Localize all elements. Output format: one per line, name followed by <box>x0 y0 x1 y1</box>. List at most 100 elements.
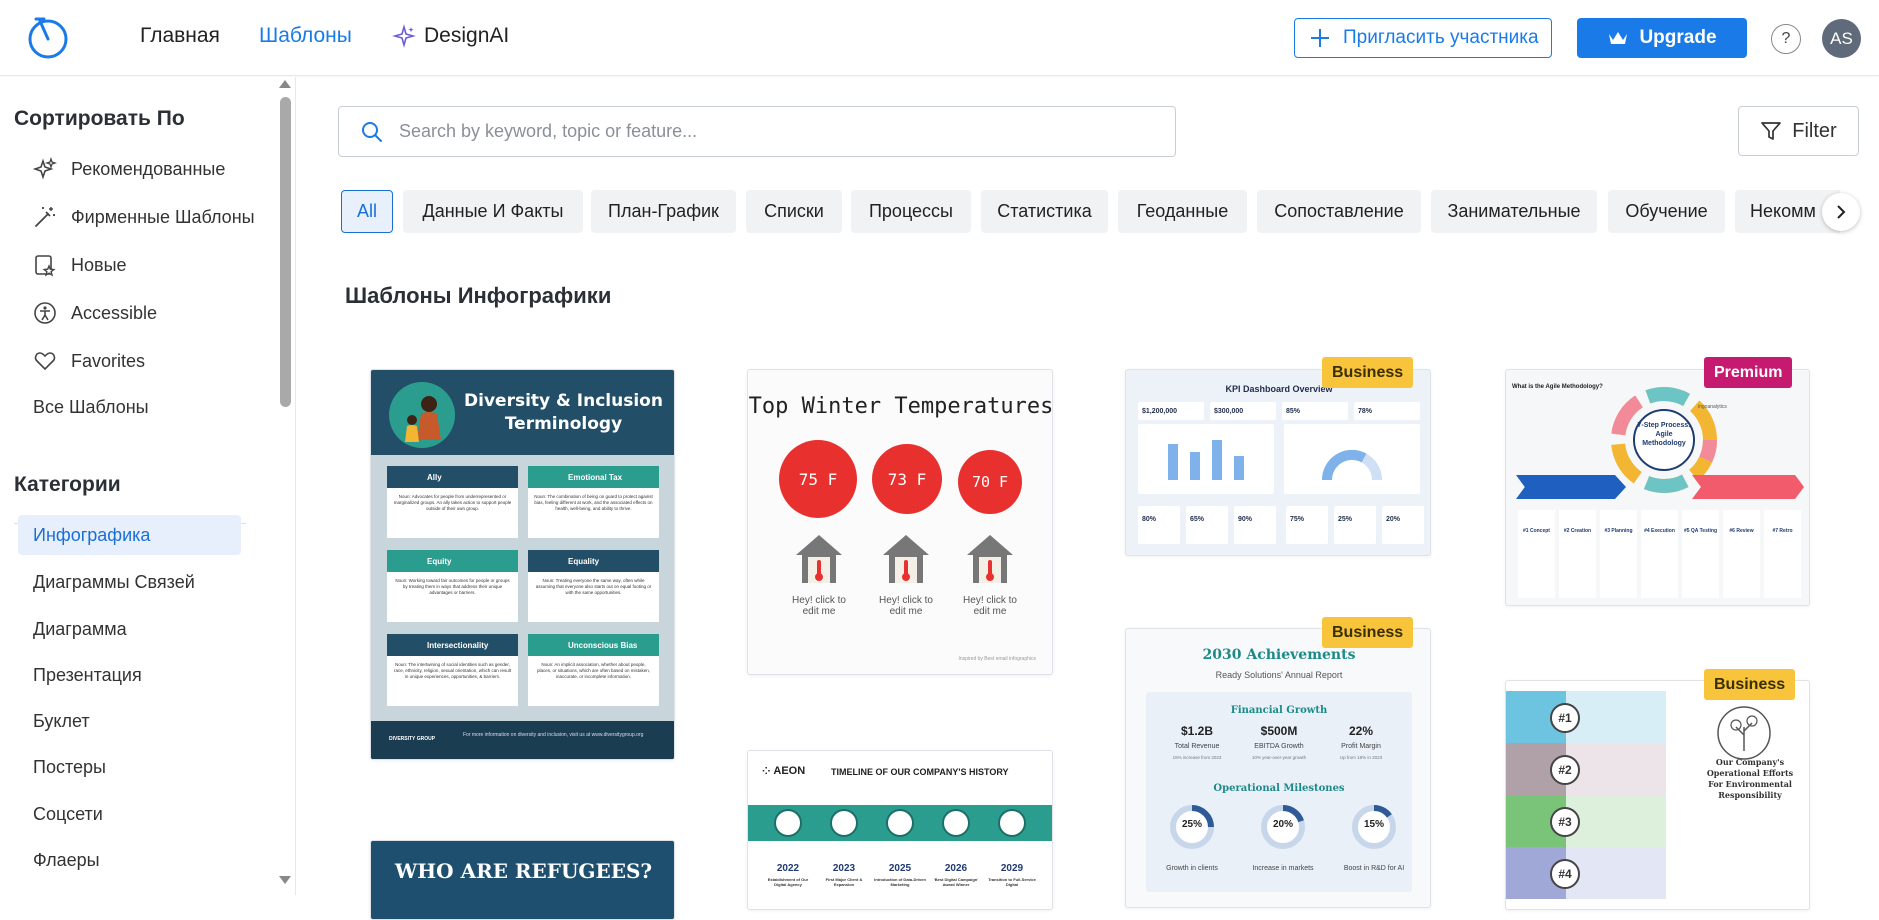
aeon-logo-icon: ⁘ <box>762 765 771 777</box>
milestones-heading: Operational Milestones <box>1213 783 1345 794</box>
search-icon <box>362 121 382 142</box>
nav-designai[interactable]: DesignAI <box>392 24 509 48</box>
sort-accessible[interactable]: Accessible <box>33 301 157 325</box>
template-card-achievements[interactable]: 2030 Achievements Ready Solutions' Annua… <box>1125 628 1431 908</box>
sort-heading: Сортировать По <box>14 107 185 130</box>
sidebar-scrollbar[interactable] <box>280 97 291 407</box>
category-diagram[interactable]: Диаграмма <box>33 619 127 640</box>
metric-value: $1.2B <box>1180 724 1214 738</box>
business-badge: Business <box>1704 669 1796 700</box>
app-logo-icon[interactable] <box>26 15 70 59</box>
chip-fun[interactable]: Занимательные <box>1431 190 1597 233</box>
template-card-diversity[interactable]: Diversity & Inclusion Terminology Ally No… <box>370 369 675 760</box>
agile-arrow-right <box>1692 475 1804 499</box>
category-flyers[interactable]: Флаеры <box>33 850 100 871</box>
term-body: Noun: Treating everyone the same way, of… <box>528 572 659 622</box>
kpi-stat: 78% <box>1354 402 1420 420</box>
nav-templates[interactable]: Шаблоны <box>259 24 352 48</box>
milestone-value: 20% <box>1272 819 1293 830</box>
agile-intro-text <box>1512 394 1582 454</box>
chip-geodata[interactable]: Геоданные <box>1118 190 1247 233</box>
agile-step: #4 Execution <box>1641 510 1678 598</box>
category-presentation[interactable]: Презентация <box>33 665 142 686</box>
sort-all-templates[interactable]: Все Шаблоны <box>33 397 149 418</box>
winter-cta-2: Hey! click to edit me <box>879 595 933 617</box>
upgrade-button[interactable]: Upgrade <box>1577 18 1747 58</box>
sidebar: Сортировать По Рекомендованные Фирменные… <box>0 77 296 895</box>
agile-step: #2 Creation <box>1559 510 1596 598</box>
sort-recommended[interactable]: Рекомендованные <box>33 157 225 181</box>
filter-icon <box>1761 122 1782 140</box>
term-header: Unconscious Bias <box>528 634 659 656</box>
timeline-event: Transition to Full-Service Digital <box>988 877 1036 887</box>
timeline-event: Establishment of Our Digital Agency <box>767 877 809 887</box>
nav-home[interactable]: Главная <box>140 24 220 48</box>
timeline-event: Introduction of Data-Driven Marketing <box>874 877 926 887</box>
categories-heading: Категории <box>14 473 121 496</box>
kpi-mini-stat: 75% <box>1286 506 1328 544</box>
milestone-label: Growth in clients <box>1166 865 1218 872</box>
timeline-milestone-icon <box>830 809 858 837</box>
sort-new[interactable]: Новые <box>33 253 127 277</box>
agile-step: #6 Review <box>1723 510 1760 598</box>
agile-step: #7 Retro <box>1764 510 1801 598</box>
sort-favorites[interactable]: Favorites <box>33 349 145 373</box>
metric-label: Profit Margin <box>1341 743 1381 750</box>
chip-data-facts[interactable]: Данные И Факты <box>403 190 583 233</box>
template-card-timeline[interactable]: ⁘ AEON TIMELINE OF OUR COMPANY'S HISTORY… <box>747 750 1053 910</box>
chips-next-button[interactable] <box>1822 193 1860 231</box>
achievements-subtitle: Ready Solutions' Annual Report <box>1215 670 1343 680</box>
sort-new-label: Новые <box>71 254 127 275</box>
invite-member-button[interactable]: Пригласить участника <box>1294 18 1552 58</box>
category-posters[interactable]: Постеры <box>33 757 106 778</box>
sort-favorites-label: Favorites <box>71 350 146 371</box>
timeline-year: 2023 <box>832 863 856 874</box>
accessibility-icon <box>34 302 56 324</box>
scroll-down-arrow[interactable] <box>279 876 291 884</box>
house-thermometer-icon <box>967 535 1013 583</box>
environment-step-number: #3 <box>1550 807 1580 837</box>
term-body: Noun: Advocates for people from underrep… <box>387 488 518 538</box>
nav-designai-label: DesignAI <box>424 24 510 47</box>
category-mind-maps[interactable]: Диаграммы Связей <box>33 572 195 593</box>
template-card-agile[interactable]: What is the Agile Methodology? 7-Step Pr… <box>1505 369 1810 606</box>
chip-statistics[interactable]: Статистика <box>981 190 1108 233</box>
sort-brand-templates-label: Фирменные Шаблоны <box>71 206 255 227</box>
house-thermometer-icon <box>796 535 842 583</box>
template-card-refugees[interactable]: WHO ARE REFUGEES? <box>370 840 675 920</box>
metric-sub: Up from 18% in 2023 <box>1339 755 1383 760</box>
chip-processes[interactable]: Процессы <box>851 190 971 233</box>
avatar[interactable]: AS <box>1822 19 1861 58</box>
template-card-kpi[interactable]: KPI Dashboard Overview $1,200,000 $300,00… <box>1125 369 1431 556</box>
kpi-mini-stat: 90% <box>1234 506 1276 544</box>
scroll-up-arrow[interactable] <box>279 80 291 88</box>
category-booklet[interactable]: Буклет <box>33 711 90 732</box>
winter-cta-1: Hey! click to edit me <box>792 595 846 617</box>
chip-lists[interactable]: Списки <box>746 190 842 233</box>
metric-value: 22% <box>1348 724 1374 738</box>
category-infographics[interactable]: Инфографика <box>18 515 241 555</box>
template-card-environment[interactable]: #1 #2 #3 #4 Our Company's Operational Effor… <box>1505 680 1810 910</box>
chip-comparison[interactable]: Сопоставление <box>1257 190 1421 233</box>
search-input[interactable] <box>399 121 1159 142</box>
timeline-year: 2026 <box>944 863 968 874</box>
search-box[interactable] <box>338 106 1176 157</box>
category-social[interactable]: Соцсети <box>33 804 103 825</box>
metric-sub: 15% increase from 2023 <box>1172 755 1222 760</box>
environment-step-number: #4 <box>1550 859 1580 889</box>
kpi-mini-stat: 65% <box>1186 506 1228 544</box>
chip-timeline[interactable]: План-График <box>591 190 736 233</box>
chip-all[interactable]: All <box>341 190 393 233</box>
temp-circle-3: 70 F <box>958 450 1022 514</box>
top-bar: Главная Шаблоны DesignAI Пригласить учас… <box>0 0 1879 76</box>
timeline-year: 2022 <box>776 863 800 874</box>
filter-button[interactable]: Filter <box>1738 106 1859 156</box>
sparkle-icon <box>33 157 57 180</box>
invite-member-label: Пригласить участника <box>1343 27 1539 48</box>
chip-education[interactable]: Обучение <box>1608 190 1725 233</box>
refugees-title: WHO ARE REFUGEES? <box>394 859 653 883</box>
sort-recommended-label: Рекомендованные <box>71 158 226 179</box>
sort-brand-templates[interactable]: Фирменные Шаблоны <box>33 205 255 229</box>
help-button[interactable]: ? <box>1771 24 1801 54</box>
template-card-winter[interactable]: Top Winter Temperatures 75 F 73 F 70 F H… <box>747 369 1053 675</box>
